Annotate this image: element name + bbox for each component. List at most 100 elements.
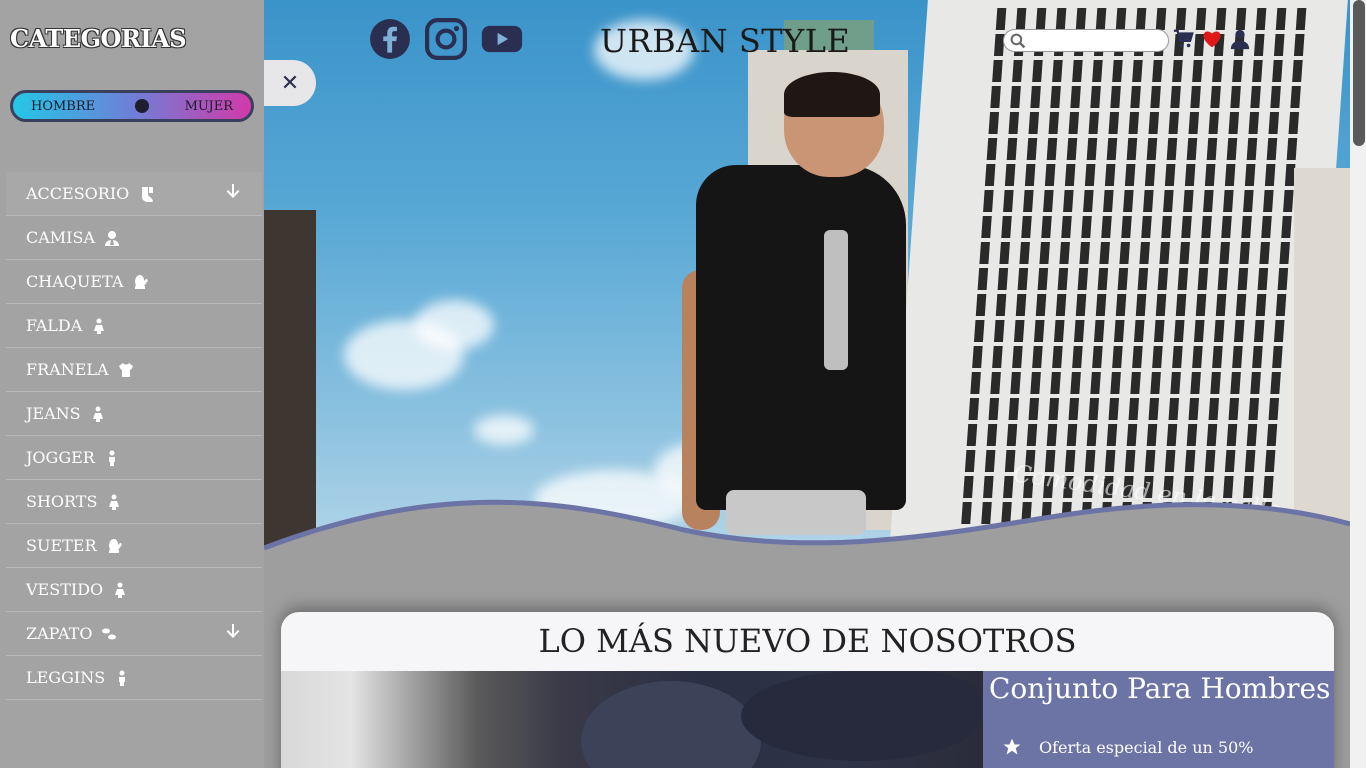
sidebar-item-label: LEGGINS — [26, 668, 106, 687]
building-window — [1112, 346, 1123, 368]
building-window — [1008, 112, 1020, 134]
building-window — [1144, 450, 1156, 472]
building-window — [1164, 450, 1176, 472]
building-window — [1210, 86, 1221, 108]
building-window — [1190, 86, 1201, 108]
building-window — [1043, 190, 1054, 212]
sidebar-item-camisa[interactable]: CAMISA — [6, 216, 262, 260]
arrow-down-icon[interactable] — [226, 184, 240, 200]
search-input[interactable] — [1030, 31, 1160, 51]
sidebar-item-accesorio[interactable]: ACCESORIO — [6, 172, 262, 216]
scrollbar-thumb[interactable] — [1353, 0, 1365, 146]
building-window — [1130, 86, 1141, 108]
close-sidebar-button[interactable]: ✕ — [264, 60, 316, 106]
building-window — [984, 164, 996, 186]
building-window — [1023, 190, 1034, 212]
building-window — [1241, 216, 1252, 238]
user-tie-icon — [103, 229, 121, 247]
building-window — [1208, 112, 1220, 134]
sidebar-item-label: CAMISA — [26, 228, 96, 247]
sidebar-item-jogger[interactable]: JOGGER — [6, 436, 262, 480]
sidebar-item-franela[interactable]: FRANELA — [6, 348, 262, 392]
cart-icon[interactable] — [1172, 27, 1196, 51]
building-window — [990, 86, 1001, 108]
building-window — [1233, 320, 1245, 342]
building-window — [1272, 60, 1283, 82]
building-window — [1272, 346, 1283, 368]
building-window — [1228, 112, 1240, 134]
building-window — [1032, 60, 1043, 82]
heart-icon[interactable] — [1200, 27, 1224, 51]
male-icon — [103, 449, 121, 467]
search-box[interactable] — [1003, 29, 1169, 52]
building-window — [1235, 294, 1247, 316]
building-window — [1137, 268, 1149, 290]
building-window — [1163, 190, 1174, 212]
building-window — [1141, 216, 1152, 238]
building-window — [1028, 398, 1040, 420]
building-window — [1190, 372, 1201, 394]
building-window — [1204, 450, 1216, 472]
product-panel: Conjunto Para Hombres Oferta especial de… — [983, 671, 1334, 768]
building-window — [1206, 424, 1218, 446]
building-window — [988, 112, 1000, 134]
building-window — [1224, 450, 1236, 472]
sidebar-item-zapato[interactable]: ZAPATO — [6, 612, 262, 656]
sidebar-item-shorts[interactable]: SHORTS — [6, 480, 262, 524]
building-window — [1013, 320, 1025, 342]
building-window — [1277, 268, 1289, 290]
building-window — [1293, 34, 1305, 56]
building-window — [1243, 190, 1254, 212]
facebook-icon[interactable] — [368, 18, 412, 60]
building-window — [1283, 190, 1294, 212]
brand-title[interactable]: URBAN STYLE — [600, 22, 850, 60]
sidebar-item-falda[interactable]: FALDA — [6, 304, 262, 348]
building-window — [1072, 60, 1083, 82]
sidebar-item-sueter[interactable]: SUETER — [6, 524, 262, 568]
building-window — [1066, 424, 1078, 446]
building-window — [1166, 138, 1178, 160]
building-window — [1112, 60, 1123, 82]
building-window — [1255, 8, 1267, 30]
building-window — [1092, 346, 1103, 368]
building-window — [1201, 216, 1212, 238]
featured-image[interactable] — [281, 671, 983, 768]
user-icon[interactable] — [1228, 27, 1252, 51]
instagram-icon[interactable] — [424, 18, 468, 60]
building-window — [1193, 320, 1205, 342]
sidebar-item-jeans[interactable]: JEANS — [6, 392, 262, 436]
youtube-icon[interactable] — [480, 18, 524, 60]
building-window — [992, 346, 1003, 368]
building-window — [988, 398, 1000, 420]
building-window — [986, 424, 998, 446]
building-window — [1097, 268, 1109, 290]
building-window — [1032, 346, 1043, 368]
building-window — [1188, 112, 1200, 134]
building-window — [1052, 60, 1063, 82]
sidebar-item-label: ACCESORIO — [26, 184, 130, 203]
sidebar-item-vestido[interactable]: VESTIDO — [6, 568, 262, 612]
building-window — [993, 320, 1005, 342]
search-icon[interactable] — [1010, 33, 1026, 49]
sidebar-item-chaqueta[interactable]: CHAQUETA — [6, 260, 262, 304]
building-window — [1270, 372, 1281, 394]
building-window — [1079, 242, 1090, 264]
building-window — [1239, 242, 1250, 264]
building-window — [1059, 242, 1070, 264]
building-window — [1184, 450, 1196, 472]
building-window — [1223, 190, 1234, 212]
sidebar-item-leggins[interactable]: LEGGINS — [6, 656, 262, 700]
building-window — [1203, 190, 1214, 212]
building-window — [1061, 216, 1072, 238]
building-window — [1088, 398, 1100, 420]
building-window — [1253, 34, 1265, 56]
gender-toggle[interactable]: HOMBRE MUJER — [10, 90, 254, 122]
building-window — [1268, 112, 1280, 134]
page-scrollbar[interactable] — [1350, 0, 1366, 768]
arrow-down-icon[interactable] — [226, 624, 240, 640]
building-window — [968, 398, 980, 420]
toggle-knob[interactable] — [135, 99, 149, 113]
building-window — [1195, 294, 1207, 316]
product-title[interactable]: Conjunto Para Hombres — [989, 672, 1330, 705]
building-window — [1088, 112, 1100, 134]
